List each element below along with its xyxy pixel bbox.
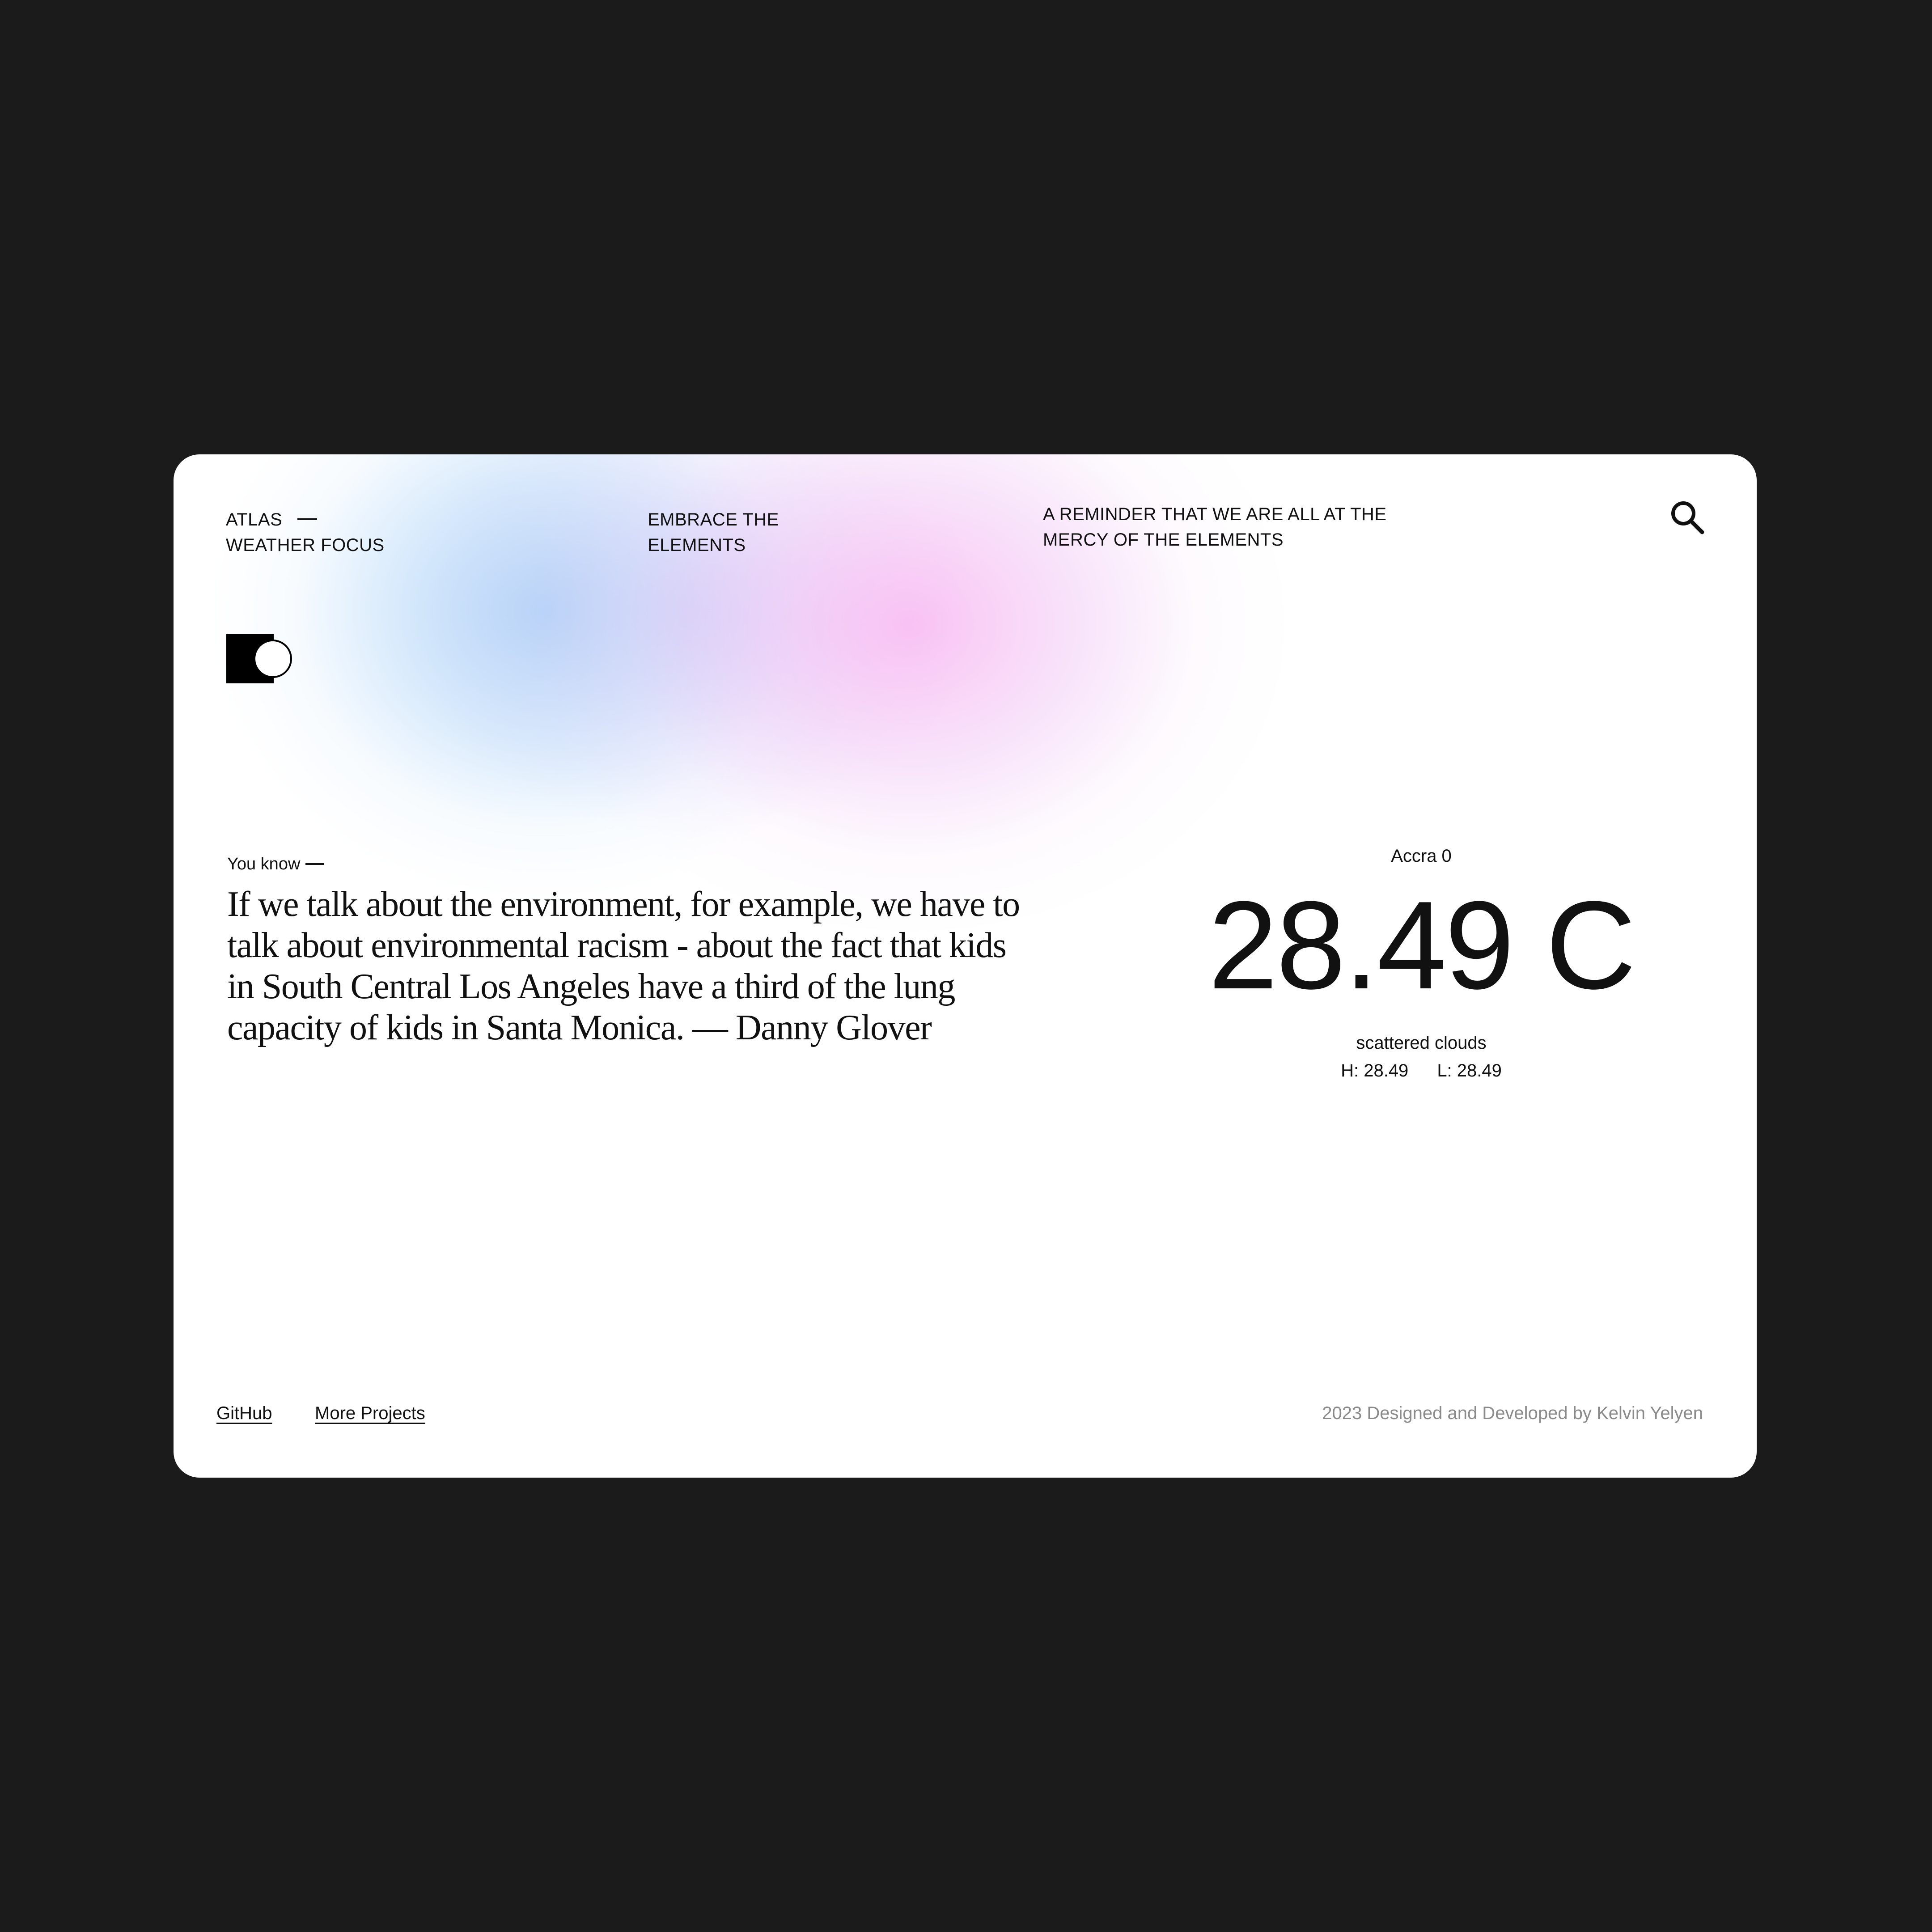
more-projects-link[interactable]: More Projects <box>315 1401 425 1426</box>
brand: ATLAS WEATHER FOCUS <box>226 507 385 558</box>
weather-panel: Accra 0 28.49 C scattered clouds H: 28.4… <box>1135 843 1707 1083</box>
quote-intro-dash <box>305 863 325 865</box>
reminder-line-2: MERCY OF THE ELEMENTS <box>1043 530 1284 550</box>
high-low: H: 28.49 L: 28.49 <box>1135 1058 1707 1083</box>
tagline-line-2: ELEMENTS <box>648 535 746 555</box>
credit-text: 2023 Designed and Developed by Kelvin Ye… <box>1322 1403 1703 1423</box>
logo <box>226 634 293 683</box>
brand-line-1: ATLAS <box>226 507 385 533</box>
quote-text: If we talk about the environment, for ex… <box>227 885 1020 1047</box>
weather-description: scattered clouds <box>1356 1033 1487 1053</box>
brand-subtitle: WEATHER FOCUS <box>226 535 385 555</box>
temperature: 28.49 C <box>1208 876 1636 1015</box>
main-card: ATLAS WEATHER FOCUS EMBRACE THE ELEMENTS… <box>174 454 1757 1478</box>
tagline: EMBRACE THE ELEMENTS <box>648 507 779 558</box>
half-moon-logo-icon <box>226 634 292 683</box>
search-button[interactable] <box>1667 497 1707 538</box>
github-link[interactable]: GitHub <box>216 1401 272 1426</box>
reminder-line-1: A REMINDER THAT WE ARE ALL AT THE <box>1043 504 1387 524</box>
city-name: Accra 0 <box>1391 846 1452 866</box>
quote-intro: You know <box>227 852 1032 876</box>
high-temperature: H: 28.49 <box>1341 1061 1409 1080</box>
brand-name: ATLAS <box>226 510 283 530</box>
quote-section: You know If we talk about the environmen… <box>227 852 1032 1048</box>
search-icon <box>1671 501 1704 534</box>
tagline-line-1: EMBRACE THE <box>648 510 779 530</box>
reminder-text: A REMINDER THAT WE ARE ALL AT THE MERCY … <box>1043 502 1387 553</box>
brand-dash <box>297 518 318 520</box>
quote-intro-label: You know <box>227 855 301 873</box>
low-temperature: L: 28.49 <box>1437 1061 1502 1080</box>
